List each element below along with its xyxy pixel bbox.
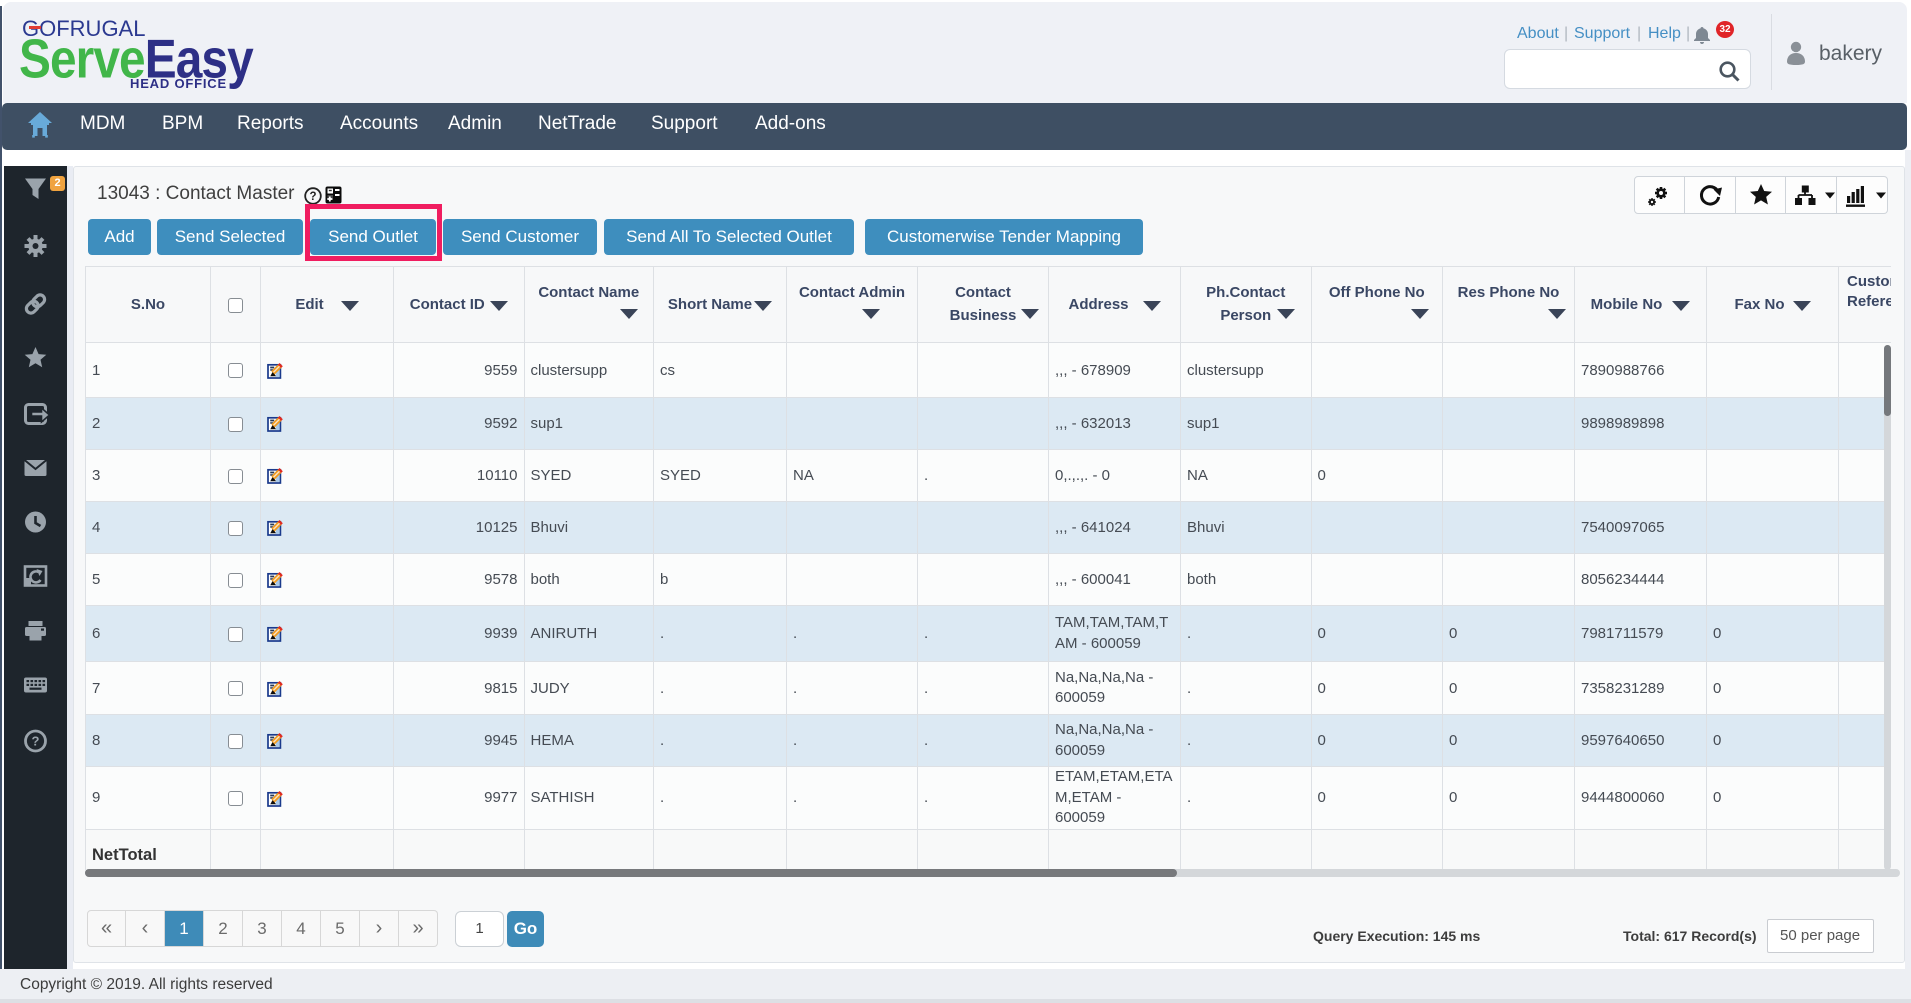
svg-text:?: ? bbox=[309, 191, 316, 203]
svg-text:?: ? bbox=[32, 734, 40, 749]
